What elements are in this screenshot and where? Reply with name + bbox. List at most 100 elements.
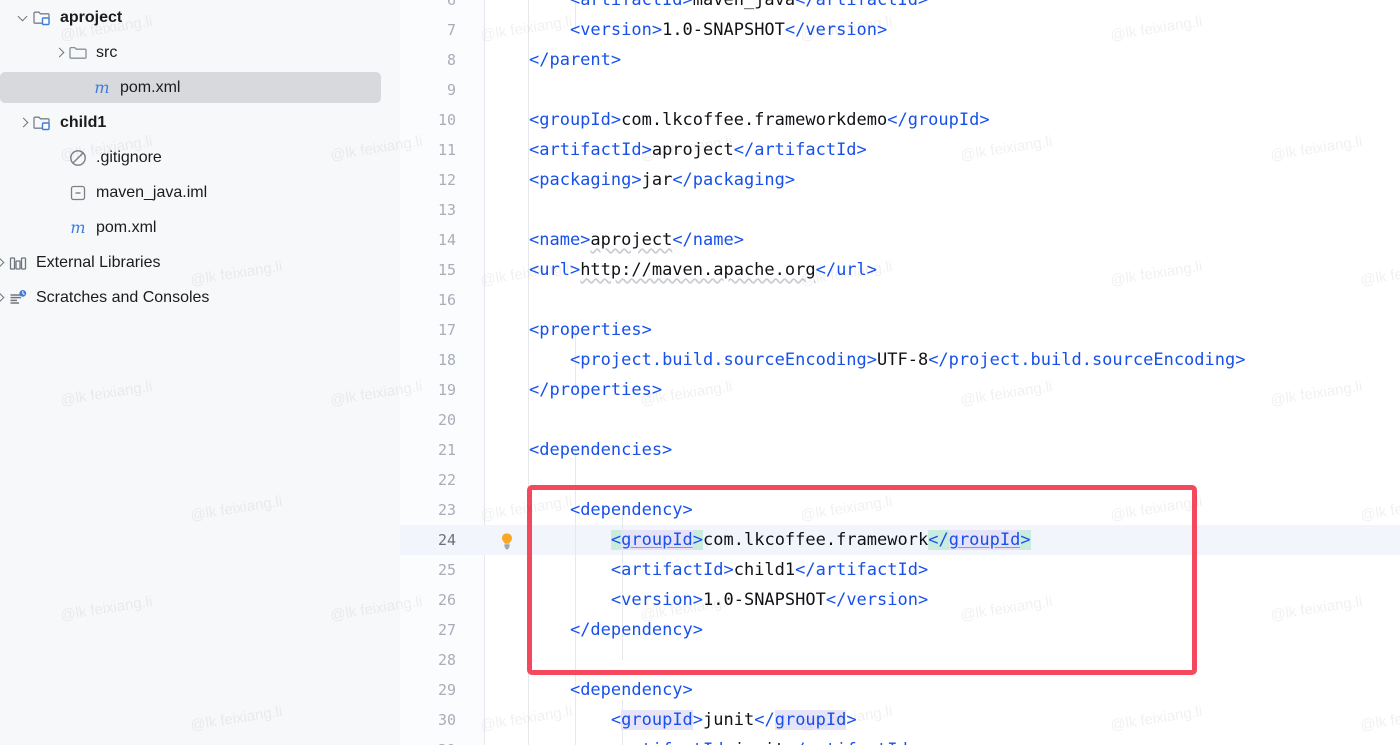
- code-text[interactable]: <groupId>com.lkcoffee.frameworkdemo</gro…: [529, 105, 990, 135]
- code-line[interactable]: 10 <groupId>com.lkcoffee.frameworkdemo</g…: [400, 105, 1400, 135]
- line-number: 9: [446, 81, 456, 99]
- line-number: 17: [437, 321, 456, 339]
- code-text[interactable]: <url>http://maven.apache.org</url>: [529, 255, 877, 285]
- code-line[interactable]: 26 <version>1.0-SNAPSHOT</version>: [400, 585, 1400, 615]
- code-line[interactable]: 8 </parent>: [400, 45, 1400, 75]
- code-line[interactable]: 31 <artifactId>junit</artifactId>: [400, 735, 1400, 745]
- code-line[interactable]: 19 </properties>: [400, 375, 1400, 405]
- line-number: 16: [437, 291, 456, 309]
- sidebar-item-pom-xml[interactable]: m pom.xml: [0, 210, 400, 245]
- sidebar-item-aproject[interactable]: aproject: [0, 0, 400, 35]
- code-line[interactable]: 9: [400, 75, 1400, 105]
- code-text[interactable]: <dependencies>: [529, 435, 672, 465]
- chevron-right-icon[interactable]: [0, 255, 8, 271]
- chevron-none: [52, 185, 68, 201]
- chevron-none: [76, 80, 92, 96]
- chevron-none: [52, 220, 68, 236]
- project-tool-window[interactable]: aproject src m pom.xml child1 .gitignore maven…: [0, 0, 400, 745]
- line-number: 8: [446, 51, 456, 69]
- sidebar-item-label: pom.xml: [96, 218, 157, 236]
- code-text[interactable]: <version>1.0-SNAPSHOT</version>: [529, 585, 928, 615]
- sidebar-item-label: maven_java.iml: [96, 183, 208, 201]
- code-line[interactable]: 23 <dependency>: [400, 495, 1400, 525]
- code-text[interactable]: <groupId>com.lkcoffee.framework</groupId…: [529, 525, 1031, 555]
- code-text[interactable]: <artifactId>maven_java</artifactId>: [529, 0, 928, 15]
- code-line[interactable]: 21 <dependencies>: [400, 435, 1400, 465]
- code-line[interactable]: 16: [400, 285, 1400, 315]
- tree-row-content: child1: [16, 113, 106, 133]
- line-number: 30: [437, 711, 456, 729]
- chevron-down-icon[interactable]: [16, 10, 32, 26]
- line-number: 29: [437, 681, 456, 699]
- code-line[interactable]: 6 <artifactId>maven_java</artifactId>: [400, 0, 1400, 15]
- code-line[interactable]: 11 <artifactId>aproject</artifactId>: [400, 135, 1400, 165]
- line-number: 31: [400, 735, 456, 745]
- iml-file-icon: [68, 183, 88, 203]
- code-text[interactable]: <properties>: [529, 315, 652, 345]
- chevron-right-icon[interactable]: [52, 45, 68, 61]
- line-number: 14: [437, 231, 456, 249]
- code-text[interactable]: </parent>: [529, 45, 621, 75]
- selection-highlight: [0, 72, 381, 103]
- sidebar-item-maven-java-iml[interactable]: maven_java.iml: [0, 175, 400, 210]
- folder-icon: [68, 43, 88, 63]
- tree-row-content: m pom.xml: [76, 78, 180, 98]
- code-text[interactable]: <artifactId>junit</artifactId>: [529, 735, 918, 745]
- line-number: 20: [437, 411, 456, 429]
- sidebar-item-label: External Libraries: [36, 253, 161, 271]
- code-line[interactable]: 30 <groupId>junit</groupId>: [400, 705, 1400, 735]
- code-line[interactable]: 24 <groupId>com.lkcoffee.framework</grou…: [400, 525, 1400, 555]
- gitignore-icon: [68, 148, 88, 168]
- line-number: 13: [437, 201, 456, 219]
- code-text[interactable]: <groupId>junit</groupId>: [529, 705, 857, 735]
- code-text[interactable]: <version>1.0-SNAPSHOT</version>: [529, 15, 887, 45]
- code-line[interactable]: 7 <version>1.0-SNAPSHOT</version>: [400, 15, 1400, 45]
- code-text[interactable]: <name>aproject</name>: [529, 225, 744, 255]
- code-text[interactable]: <artifactId>aproject</artifactId>: [529, 135, 867, 165]
- sidebar-item-label: pom.xml: [120, 78, 181, 96]
- code-line[interactable]: 27 </dependency>: [400, 615, 1400, 645]
- code-line[interactable]: 20: [400, 405, 1400, 435]
- code-text[interactable]: <packaging>jar</packaging>: [529, 165, 795, 195]
- code-text[interactable]: </properties>: [529, 375, 662, 405]
- chevron-right-icon[interactable]: [16, 115, 32, 131]
- project-tree[interactable]: aproject src m pom.xml child1 .gitignore maven…: [0, 0, 400, 315]
- code-text[interactable]: <dependency>: [529, 495, 693, 525]
- code-line[interactable]: 13: [400, 195, 1400, 225]
- code-line[interactable]: 29 <dependency>: [400, 675, 1400, 705]
- code-line[interactable]: 17 <properties>: [400, 315, 1400, 345]
- sidebar-item-gitignore[interactable]: .gitignore: [0, 140, 400, 175]
- maven-m-icon: m: [92, 78, 112, 98]
- chevron-right-icon[interactable]: [0, 290, 8, 306]
- code-text[interactable]: <artifactId>child1</artifactId>: [529, 555, 928, 585]
- code-line[interactable]: 18 <project.build.sourceEncoding>UTF-8</…: [400, 345, 1400, 375]
- code-line[interactable]: 25 <artifactId>child1</artifactId>: [400, 555, 1400, 585]
- sidebar-item-external-libraries[interactable]: External Libraries: [0, 245, 400, 280]
- code-line[interactable]: 12 <packaging>jar</packaging>: [400, 165, 1400, 195]
- code-line[interactable]: 28: [400, 645, 1400, 675]
- sidebar-item-child1[interactable]: child1: [0, 105, 400, 140]
- line-number: 11: [437, 141, 456, 159]
- ide-window: aproject src m pom.xml child1 .gitignore maven…: [0, 0, 1400, 745]
- line-number: 7: [446, 21, 456, 39]
- chevron-none: [52, 150, 68, 166]
- code-line[interactable]: 15 <url>http://maven.apache.org</url>: [400, 255, 1400, 285]
- line-number: 22: [437, 471, 456, 489]
- sidebar-item-scratches-and-consoles[interactable]: Scratches and Consoles: [0, 280, 400, 315]
- code-text[interactable]: <project.build.sourceEncoding>UTF-8</pro…: [529, 345, 1246, 375]
- sidebar-item-pom-xml[interactable]: m pom.xml: [0, 70, 400, 105]
- line-number: 23: [437, 501, 456, 519]
- line-number: 19: [437, 381, 456, 399]
- code-text[interactable]: </dependency>: [529, 615, 703, 645]
- code-text[interactable]: <dependency>: [529, 675, 693, 705]
- code-line[interactable]: 14 <name>aproject</name>: [400, 225, 1400, 255]
- svg-text:m: m: [70, 218, 85, 237]
- tree-row-content: maven_java.iml: [52, 183, 207, 203]
- sidebar-item-src[interactable]: src: [0, 35, 400, 70]
- line-number: 10: [437, 111, 456, 129]
- scratches-icon: [8, 288, 28, 308]
- code-line[interactable]: 22: [400, 465, 1400, 495]
- lightbulb-icon[interactable]: [498, 531, 516, 550]
- code-editor[interactable]: 6 <artifactId>maven_java</artifactId> 7 <…: [400, 0, 1400, 745]
- line-number: 27: [437, 621, 456, 639]
